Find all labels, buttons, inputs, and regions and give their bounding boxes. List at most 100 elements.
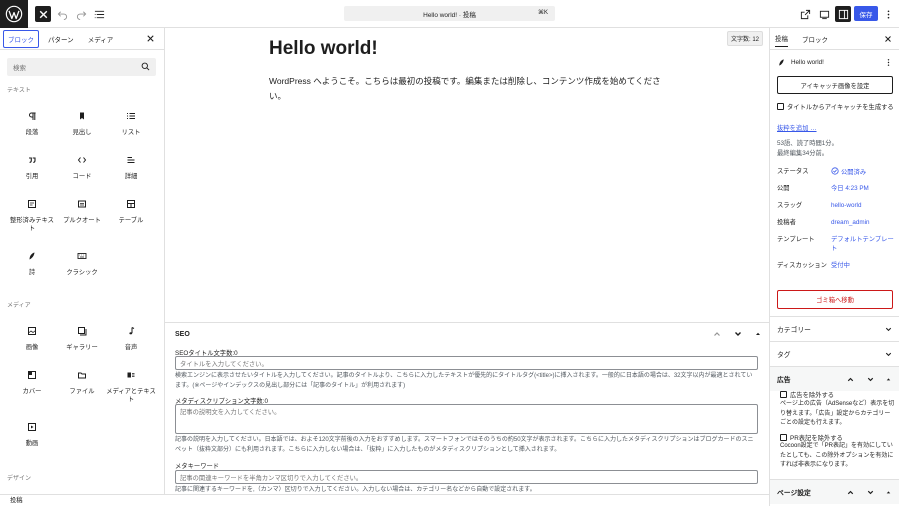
search-placeholder: 検索	[13, 65, 26, 72]
block-details[interactable]: 詳細	[106, 155, 156, 181]
code-icon	[77, 157, 87, 163]
checkbox[interactable]	[780, 391, 787, 398]
chevron-down-icon[interactable]	[866, 488, 875, 497]
block-label: 詩	[28, 269, 36, 276]
block-quote[interactable]: 引用	[7, 155, 57, 181]
more-options-icon[interactable]	[884, 58, 893, 67]
preview-button[interactable]	[816, 6, 832, 22]
block-preformatted[interactable]: 整形済みテキスト	[7, 199, 57, 233]
caret-up-icon[interactable]	[753, 329, 763, 339]
block-classic[interactable]: クラシック	[57, 251, 107, 277]
block-paragraph[interactable]: 段落	[7, 111, 57, 137]
tab-media[interactable]: メディア	[84, 31, 118, 47]
block-label: 画像	[25, 344, 39, 351]
category-text: テキスト	[7, 88, 31, 94]
block-image[interactable]: 画像	[7, 326, 57, 352]
auto-featured-checkbox[interactable]: タイトルからアイキャッチを生成する	[777, 102, 894, 111]
add-excerpt-link[interactable]: 抜粋を追加 …	[777, 123, 817, 132]
caret-up-icon[interactable]	[884, 488, 893, 497]
block-code[interactable]: コード	[57, 155, 107, 181]
tab-patterns[interactable]: パターン	[44, 31, 78, 47]
block-label: メディアとテキスト	[106, 388, 156, 403]
publish-label: 公開	[777, 185, 790, 192]
post-icon	[779, 59, 784, 66]
view-post-button[interactable]	[797, 6, 813, 22]
meta-description-help: 記事の説明を入力してください。日本語では、およそ120文字前後の入力をおすすめし…	[175, 437, 754, 453]
category-panel-toggle[interactable]: カテゴリー	[770, 316, 899, 341]
checkbox-label: 広告を除外する	[790, 392, 835, 399]
block-pullquote[interactable]: プルクオート	[57, 199, 107, 225]
document-bar[interactable]: Hello world! · 投稿 ⌘K	[344, 6, 555, 21]
close-inserter-button[interactable]	[35, 6, 51, 22]
block-media-text[interactable]: メディアとテキスト	[106, 370, 156, 404]
block-audio[interactable]: 音声	[106, 326, 156, 352]
block-cover[interactable]: カバー	[7, 370, 57, 396]
set-featured-image-button[interactable]: アイキャッチ画像を設定	[777, 76, 893, 94]
move-to-trash-button[interactable]: ゴミ箱へ移動	[777, 290, 893, 309]
block-label: 詳細	[124, 173, 138, 180]
wordpress-logo[interactable]	[0, 0, 28, 28]
page-settings-header[interactable]: ページ設定	[770, 479, 899, 504]
block-table[interactable]: テーブル	[106, 199, 156, 225]
redo-button[interactable]	[73, 6, 89, 22]
post-title[interactable]: Hello world!	[269, 38, 378, 60]
meta-description-textarea[interactable]: 記事の説明文を入力してください。	[175, 404, 758, 434]
caret-up-icon[interactable]	[884, 375, 893, 384]
breadcrumb-item[interactable]: 投稿	[10, 497, 23, 504]
discussion-label: ディスカッション	[777, 262, 827, 269]
chevron-down-icon[interactable]	[866, 375, 875, 384]
tag-panel-toggle[interactable]: タグ	[770, 341, 899, 366]
chevron-up-icon[interactable]	[712, 329, 722, 339]
media-text-icon	[127, 372, 135, 378]
slug-label: スラッグ	[777, 202, 803, 209]
checkbox-label: タイトルからアイキャッチを生成する	[787, 104, 894, 111]
checkbox[interactable]	[777, 103, 784, 110]
block-heading[interactable]: 見出し	[57, 111, 107, 137]
template-value[interactable]: デフォルトテンプレート	[831, 235, 895, 253]
document-overview-button[interactable]	[91, 6, 107, 22]
block-file[interactable]: ファイル	[57, 370, 107, 396]
video-icon	[28, 423, 36, 431]
meta-keywords-input[interactable]: 記事の関連キーワードを半角カンマ区切りで入力してください。	[175, 470, 758, 484]
block-gallery[interactable]: ギャラリー	[57, 326, 107, 352]
chevron-down-icon[interactable]	[733, 329, 743, 339]
chevron-up-icon[interactable]	[846, 488, 855, 497]
preformatted-icon	[28, 200, 36, 208]
pr-exclude-checkbox[interactable]: PR表記を除外する	[780, 433, 843, 442]
ad-exclude-checkbox[interactable]: 広告を除外する	[780, 390, 834, 399]
publish-date[interactable]: 今日 4:23 PM	[831, 184, 895, 193]
save-button[interactable]: 保存	[854, 6, 878, 21]
post-paragraph[interactable]: WordPress へようこそ。こちらは最初の投稿です。編集または削除し、コンテ…	[269, 74, 669, 104]
block-search-input[interactable]: 検索	[7, 58, 156, 76]
status-value[interactable]: 公開済み	[831, 167, 895, 177]
discussion-value[interactable]: 受付中	[831, 261, 895, 270]
details-icon	[127, 157, 135, 163]
chevron-up-icon[interactable]	[846, 375, 855, 384]
settings-tabs: 投稿 ブロック	[770, 28, 899, 50]
preview-icon	[819, 10, 829, 19]
more-options-button[interactable]	[881, 6, 895, 22]
block-label: 動画	[25, 440, 39, 447]
block-list[interactable]: リスト	[106, 111, 156, 137]
verse-icon	[29, 252, 35, 260]
page-settings-heading: ページ設定	[777, 490, 811, 497]
ad-panel-header[interactable]: 広告	[770, 366, 899, 391]
word-count-badge: 文字数: 12	[726, 31, 763, 46]
settings-sidebar-button[interactable]	[835, 6, 851, 22]
audio-icon	[129, 327, 135, 335]
close-icon[interactable]	[883, 34, 893, 44]
close-icon[interactable]	[145, 33, 156, 44]
block-breadcrumb: 投稿	[0, 494, 769, 506]
seo-title-input[interactable]: タイトルを入力してください。	[175, 356, 758, 370]
tab-blocks[interactable]: ブロック	[3, 29, 39, 48]
block-video[interactable]: 動画	[7, 422, 57, 448]
undo-button[interactable]	[54, 6, 70, 22]
checkbox[interactable]	[780, 434, 787, 441]
tab-block[interactable]: ブロック	[802, 31, 828, 47]
block-verse[interactable]: 詩	[7, 251, 57, 277]
wordpress-icon	[5, 5, 23, 23]
slug-value[interactable]: hello-world	[831, 201, 895, 210]
tab-post[interactable]: 投稿	[775, 30, 788, 47]
file-icon	[78, 372, 86, 379]
author-value[interactable]: dream_admin	[831, 218, 895, 227]
